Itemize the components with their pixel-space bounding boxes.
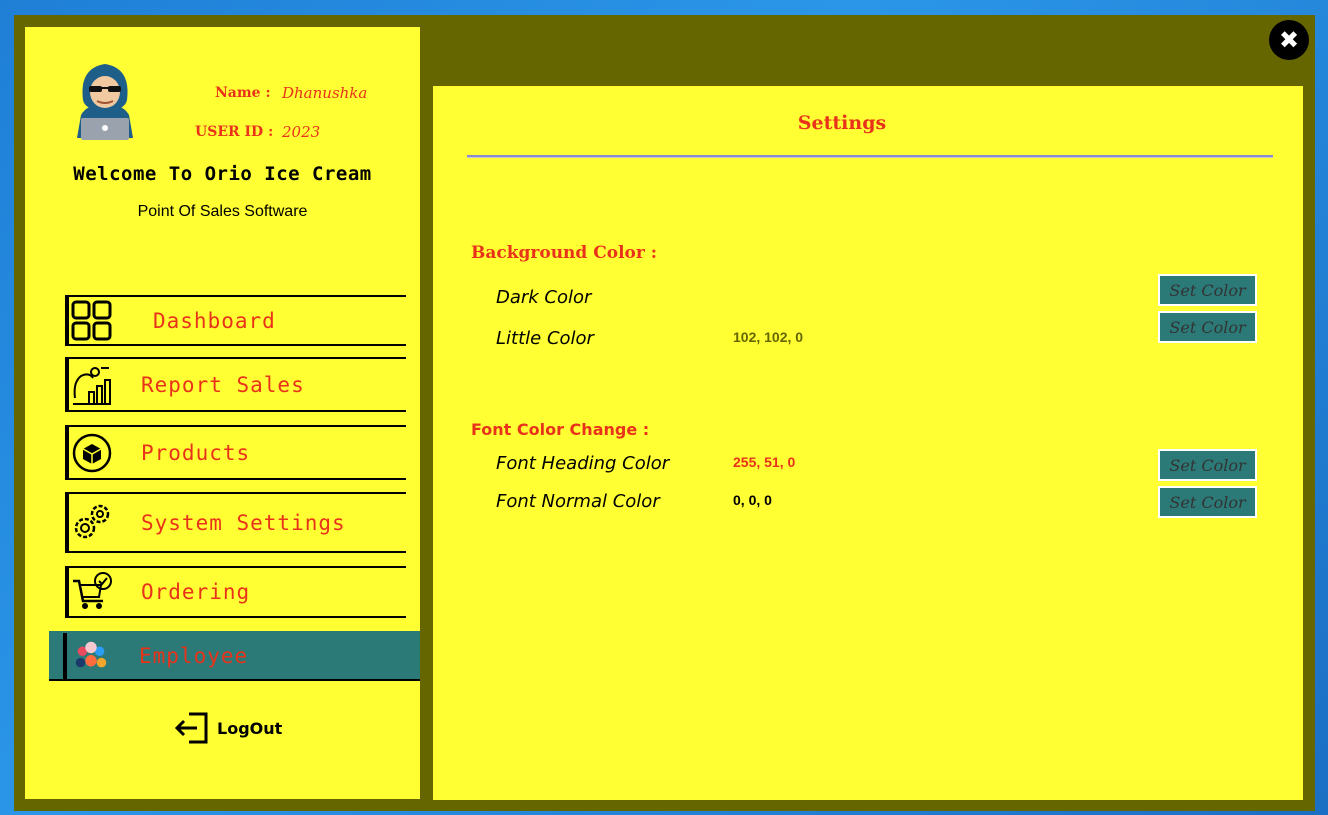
set-little-color-button[interactable]: Set Color (1158, 311, 1257, 343)
nav-ordering-label: Ordering (141, 580, 251, 604)
set-heading-color-button[interactable]: Set Color (1158, 449, 1257, 481)
nav-dashboard-label: Dashboard (153, 308, 276, 333)
font-color-heading: Font Color Change : (471, 420, 650, 439)
font-heading-color-label: Font Heading Color (496, 453, 670, 474)
nav-ordering[interactable]: Ordering (65, 566, 406, 618)
people-icon (75, 641, 107, 668)
hacker-avatar-icon (77, 64, 133, 140)
title-divider (467, 155, 1273, 158)
nav-system-settings-label: System Settings (141, 510, 346, 535)
nav-employee[interactable]: Employee (49, 631, 420, 681)
dark-color-label: Dark Color (496, 287, 592, 308)
nav-products-label: Products (141, 440, 251, 465)
nav-system-settings[interactable]: System Settings (65, 492, 406, 553)
welcome-text: Welcome To Orio Ice Cream (73, 163, 372, 185)
cart-check-icon (73, 572, 112, 609)
font-normal-color-value: 0, 0, 0 (733, 492, 772, 508)
logout-label: LogOut (217, 718, 283, 738)
nav-employee-label: Employee (139, 644, 249, 668)
sidebar: Name : Dhanushka USER ID : 2023 Welcome … (25, 27, 420, 799)
app-window: Name : Dhanushka USER ID : 2023 Welcome … (14, 15, 1315, 811)
user-id-label: USER ID : (195, 124, 274, 140)
close-button[interactable]: ✖ (1269, 20, 1309, 60)
product-box-icon (72, 433, 112, 472)
active-indicator (63, 633, 67, 679)
logout-button[interactable]: LogOut (173, 710, 282, 746)
logout-icon (174, 712, 208, 744)
font-normal-color-label: Font Normal Color (496, 491, 660, 512)
nav-dashboard[interactable]: Dashboard (65, 295, 406, 346)
report-chart-icon (73, 366, 111, 405)
name-label: Name : (215, 85, 271, 101)
user-id-value: 2023 (282, 123, 321, 141)
settings-panel: Settings Background Color : Dark Color S… (433, 86, 1303, 800)
name-value: Dhanushka (282, 84, 368, 102)
little-color-value: 102, 102, 0 (733, 329, 804, 345)
background-color-heading: Background Color : (471, 243, 658, 263)
little-color-label: Little Color (496, 328, 594, 349)
font-heading-color-value: 255, 51, 0 (733, 454, 796, 470)
nav-report-sales-label: Report Sales (141, 372, 305, 397)
set-dark-color-button[interactable]: Set Color (1158, 274, 1257, 306)
nav-products[interactable]: Products (65, 425, 406, 480)
dashboard-grid-icon (71, 300, 112, 340)
page-title: Settings (797, 112, 887, 134)
subtitle-text: Point Of Sales Software (137, 203, 308, 220)
nav-report-sales[interactable]: Report Sales (65, 357, 406, 412)
gears-icon (74, 504, 110, 538)
set-normal-color-button[interactable]: Set Color (1158, 486, 1257, 518)
